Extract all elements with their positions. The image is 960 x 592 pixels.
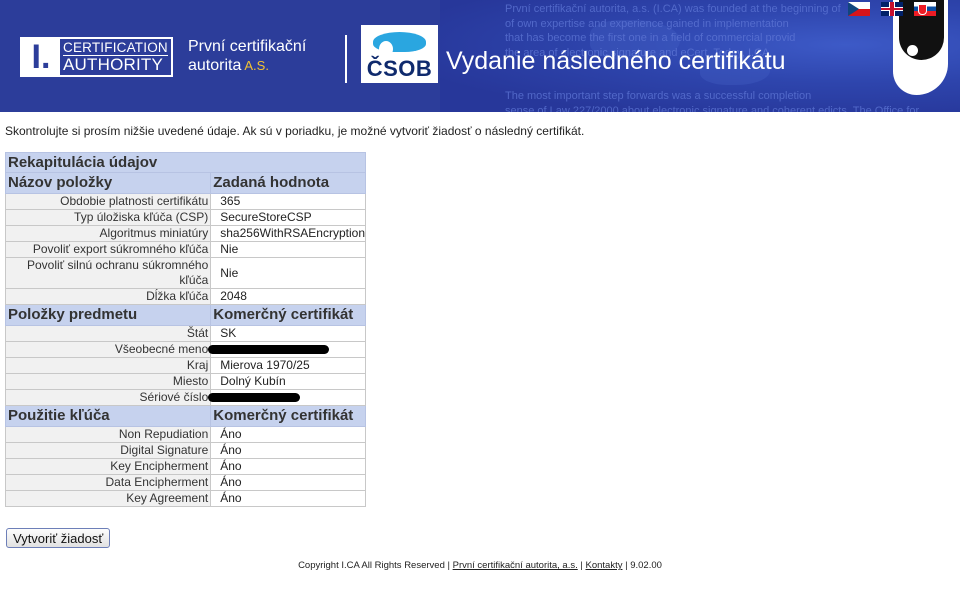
table-row: Typ úložiska kľúča (CSP) SecureStoreCSP [4, 209, 366, 226]
column-header-value: Zadaná hodnota [210, 172, 366, 194]
footer-version: | 9.02.00 [622, 560, 662, 571]
table-row: Miesto Dolný Kubín [4, 373, 366, 390]
table-caption: Rekapitulácia údajov [5, 152, 366, 173]
row-label: Kraj [4, 357, 212, 374]
table-row: Key Agreement Áno [4, 490, 366, 507]
footer: Copyright I.CA All Rights Reserved | Prv… [0, 560, 960, 571]
table-row: Obdobie platnosti certifikátu 365 [4, 193, 366, 210]
table-row: Povoliť silnú ochranu súkromného kľúča Ni… [4, 257, 366, 289]
header-banner: První certifikační autorita, a.s. (I.CA)… [0, 0, 960, 112]
table-row: Dĺžka kľúča 2048 [4, 288, 366, 305]
section-header-subject: Položky predmetu [4, 304, 212, 326]
row-value: sha256WithRSAEncryption [210, 225, 366, 242]
csob-logo-text: ČSOB [366, 56, 433, 81]
footer-copyright: Copyright I.CA All Rights Reserved | [298, 560, 453, 571]
table-row: Key Encipherment Áno [4, 458, 366, 475]
column-header-name: Názov položky [4, 172, 212, 194]
row-label: Miesto [4, 373, 212, 390]
row-value: SecureStoreCSP [210, 209, 366, 226]
table-row: Štát SK [4, 325, 366, 342]
row-label: Všeobecné meno [4, 341, 212, 358]
csob-wave-cutout [379, 41, 393, 57]
summary-table: Rekapitulácia údajov Názov položky Zadan… [4, 152, 366, 507]
footer-separator: | [577, 560, 586, 571]
table-row: Všeobecné meno [4, 341, 366, 358]
row-value: Mierova 1970/25 [210, 357, 366, 374]
row-label: Key Agreement [4, 490, 212, 507]
row-value: Áno [210, 442, 366, 459]
ca-logo-line1: CERTIFICATION [63, 40, 168, 55]
table-row: Digital Signature Áno [4, 442, 366, 459]
company-name: První certifikační autorita A.S. [188, 37, 306, 75]
language-switcher [848, 2, 936, 16]
row-label: Algoritmus miniatúry [4, 225, 212, 242]
row-label: Štát [4, 325, 212, 342]
row-value: Áno [210, 474, 366, 491]
row-value: Nie [210, 241, 366, 258]
csob-logo: ČSOB [361, 25, 438, 83]
ca-logo-line2: AUTHORITY [63, 55, 168, 74]
row-value: Nie [210, 257, 366, 289]
redacted-value [208, 393, 301, 403]
ca-logo-mark: I. [22, 39, 60, 75]
row-label: Povoliť silnú ochranu súkromného kľúča [4, 257, 212, 289]
row-label: Data Encipherment [4, 474, 212, 491]
ca-logo: I. CERTIFICATION AUTHORITY [20, 37, 173, 77]
company-name-line1: První certifikační [188, 38, 307, 55]
page-title: Vydanie následného certifikátu [446, 47, 786, 75]
table-row: Non Repudiation Áno [4, 426, 366, 443]
row-value: SK [210, 325, 366, 342]
row-value: 365 [210, 193, 366, 210]
company-name-line2: autorita [188, 57, 242, 74]
header-divider [345, 35, 347, 83]
intro-text: Skontrolujte si prosím nižšie uvedené úd… [5, 124, 585, 138]
gb-flag-icon[interactable] [881, 2, 903, 16]
section-header-cert-type: Komerčný certifikát [210, 405, 366, 427]
section-header-key-usage: Použitie kľúča [4, 405, 212, 427]
row-label: Sériové číslo [4, 389, 212, 406]
section-header-cert-type: Komerčný certifikát [210, 304, 366, 326]
footer-link-contacts[interactable]: Kontakty [586, 560, 623, 571]
redacted-value [208, 345, 330, 355]
row-value: Áno [210, 458, 366, 475]
background-text-line: The most important step forwards was a s… [505, 90, 812, 102]
background-text-line: sense of Law 227/2000 about electronic s… [505, 104, 920, 113]
ca-logo-mark-text: I. [31, 38, 51, 76]
table-row: Algoritmus miniatúry sha256WithRSAEncrypt… [4, 225, 366, 242]
create-request-button[interactable]: Vytvoriť žiadosť [6, 528, 111, 548]
table-row: Kraj Mierova 1970/25 [4, 357, 366, 374]
row-label: Typ úložiska kľúča (CSP) [4, 209, 212, 226]
row-label: Digital Signature [4, 442, 212, 459]
row-label: Key Encipherment [4, 458, 212, 475]
background-text-line: that has become the first one in a field… [505, 32, 796, 44]
row-label: Povoliť export súkromného kľúča [4, 241, 212, 258]
row-label: Obdobie platnosti certifikátu [4, 193, 212, 210]
row-value: 2048 [210, 288, 366, 305]
company-suffix: A.S. [244, 58, 269, 73]
row-label: Non Repudiation [4, 426, 212, 443]
row-value: Áno [210, 426, 366, 443]
row-value: Áno [210, 490, 366, 507]
background-text-line: of own expertise and experience gained i… [505, 17, 789, 30]
row-value: Dolný Kubín [210, 373, 366, 390]
table-row: Povoliť export súkromného kľúča Nie [4, 241, 366, 258]
table-row: Data Encipherment Áno [4, 474, 366, 491]
sk-flag-icon[interactable] [914, 2, 936, 16]
table-row: Sériové číslo [4, 389, 366, 406]
footer-link-company[interactable]: První certifikační autorita, a.s. [453, 560, 578, 571]
row-label: Dĺžka kľúča [4, 288, 212, 305]
cz-flag-icon[interactable] [848, 2, 870, 16]
